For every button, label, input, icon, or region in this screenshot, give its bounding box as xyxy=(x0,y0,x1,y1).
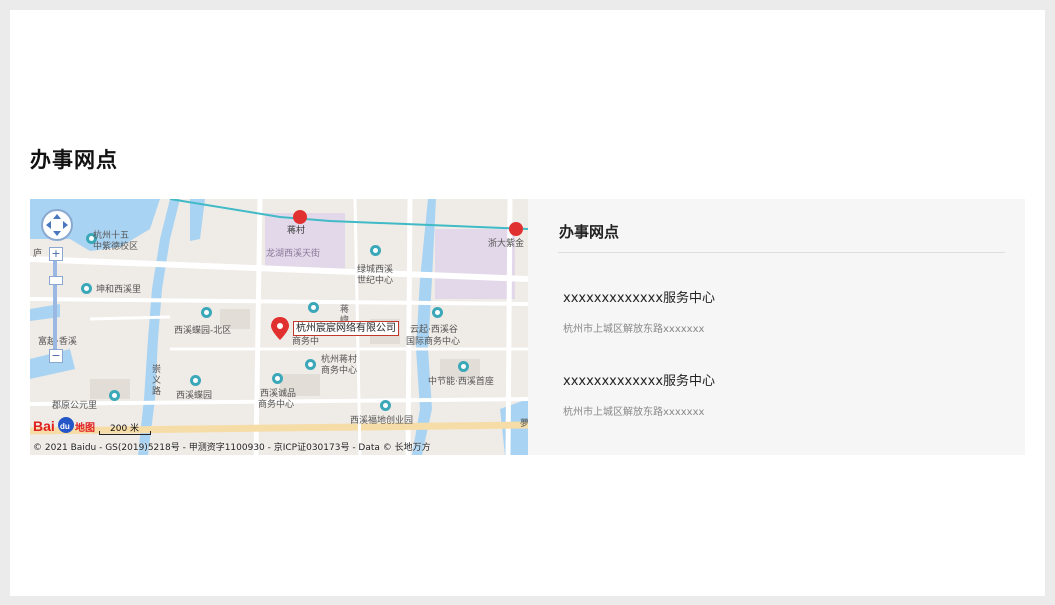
poi-icon xyxy=(201,307,212,318)
map-label: 龙湖西溪天街 xyxy=(266,249,321,259)
svg-text:du: du xyxy=(60,422,70,431)
map-label: 夢 xyxy=(520,419,528,429)
map-label: 西溪蝶园 xyxy=(176,391,213,401)
svg-text:地图: 地图 xyxy=(75,421,95,434)
map-label: 浙大紫金 xyxy=(488,239,525,249)
panel-divider xyxy=(558,252,1005,253)
office-item[interactable]: xxxxxxxxxxxxx服务中心 杭州市上城区解放东路xxxxxxx xyxy=(563,287,715,335)
map-label: 西溪福地创业园 xyxy=(350,416,414,426)
map-label: 绿城西溪 xyxy=(357,265,394,275)
panel-title: 办事网点 xyxy=(559,223,620,241)
map-scale-bar xyxy=(99,431,151,435)
map-label: 义 xyxy=(152,376,162,386)
poi-icon xyxy=(272,373,283,384)
poi-icon xyxy=(380,400,391,411)
company-marker-label[interactable]: 杭州宸宸网络有限公司 xyxy=(293,321,399,336)
zoom-slider-track[interactable] xyxy=(53,261,57,351)
svg-text:Bai: Bai xyxy=(33,418,55,434)
map-label: 蒋 xyxy=(340,305,350,315)
map-label: 坤和西溪里 xyxy=(96,285,142,295)
map-label: 中紫德校区 xyxy=(93,242,139,252)
map-label: 崇 xyxy=(152,365,162,375)
map-label: 路 xyxy=(152,387,162,397)
zoom-slider-handle[interactable] xyxy=(49,276,63,285)
map-label: 中节能·西溪首座 xyxy=(428,377,494,387)
map-label: 富越·香溪 xyxy=(38,337,77,347)
zoom-in-button[interactable]: + xyxy=(49,247,63,261)
map-label: 商务中心 xyxy=(321,366,358,376)
poi-icon xyxy=(458,361,469,372)
map-label: 西溪诚品 xyxy=(260,389,297,399)
office-name: xxxxxxxxxxxxx服务中心 xyxy=(563,291,716,306)
page-card: 办事网点 蒋村 杭州十五 中紫德校区 庐 龙湖西溪天街 绿城西溪 世纪中心 浙大… xyxy=(10,10,1045,596)
poi-icon xyxy=(109,390,120,401)
office-item[interactable]: xxxxxxxxxxxxx服务中心 杭州市上城区解放东路xxxxxxx xyxy=(563,370,715,418)
office-address: 杭州市上城区解放东路xxxxxxx xyxy=(563,324,705,335)
map-copyright: © 2021 Baidu - GS(2019)5218号 - 甲测资字11009… xyxy=(33,443,431,453)
map-label: 商务中心 xyxy=(258,400,295,410)
map-label: 世纪中心 xyxy=(357,276,394,286)
map-label: 杭州蒋村 xyxy=(321,355,358,365)
map-pan-control[interactable] xyxy=(40,208,74,242)
office-address: 杭州市上城区解放东路xxxxxxx xyxy=(563,407,705,418)
poi-icon xyxy=(305,359,316,370)
baidu-map-logo: Bai du 地图 xyxy=(33,416,97,436)
poi-icon xyxy=(432,307,443,318)
section-title: 办事网点 xyxy=(30,148,118,172)
map-label: 商务中 xyxy=(292,337,320,347)
map-label: 西溪蝶园-北区 xyxy=(174,326,232,336)
offices-panel: 办事网点 xxxxxxxxxxxxx服务中心 杭州市上城区解放东路xxxxxxx… xyxy=(528,199,1025,455)
zoom-out-button[interactable]: − xyxy=(49,349,63,363)
poi-icon xyxy=(308,302,319,313)
map-label: 蒋村 xyxy=(287,226,306,236)
map-label: 庐 xyxy=(33,249,43,259)
poi-icon xyxy=(81,283,92,294)
map-view[interactable]: 蒋村 杭州十五 中紫德校区 庐 龙湖西溪天街 绿城西溪 世纪中心 浙大紫金 坤和… xyxy=(30,199,528,455)
map-label: 云起·西溪谷 xyxy=(410,325,458,335)
poi-icon xyxy=(370,245,381,256)
map-label: 国际商务中心 xyxy=(406,337,461,347)
map-label: 郡原公元里 xyxy=(52,401,98,411)
map-label: 杭州十五 xyxy=(93,231,130,241)
office-name: xxxxxxxxxxxxx服务中心 xyxy=(563,374,716,389)
baidu-logo-icon: Bai du 地图 xyxy=(33,417,95,434)
poi-icon xyxy=(190,375,201,386)
